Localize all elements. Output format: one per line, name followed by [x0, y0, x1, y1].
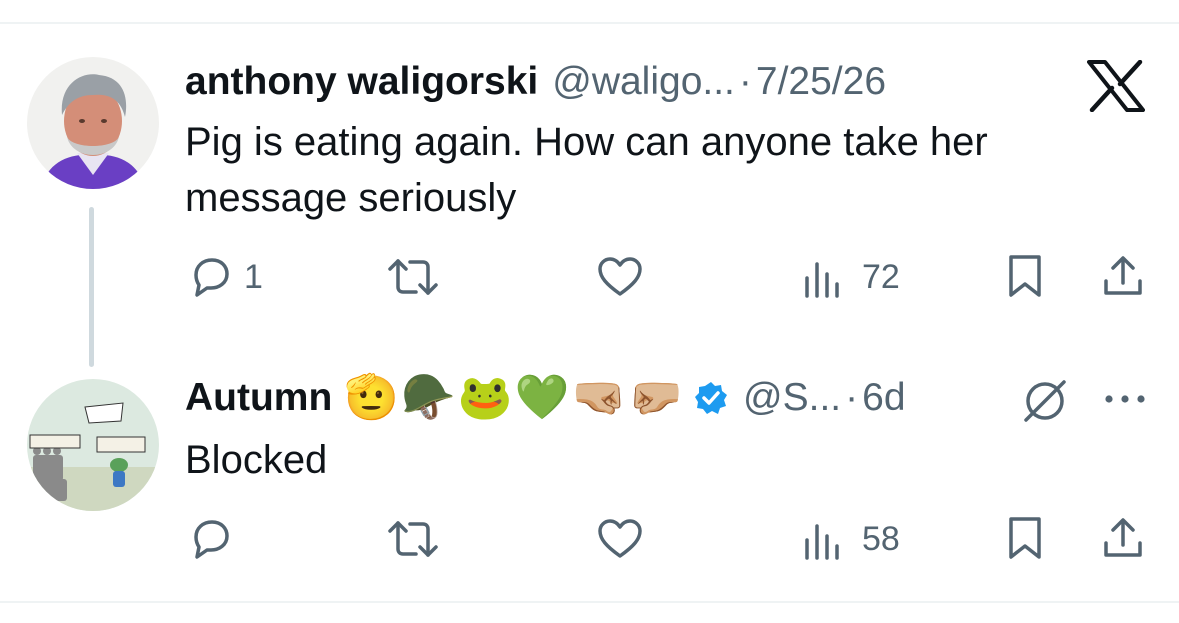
tweet-text: Pig is eating again. How can anyone take…	[185, 120, 988, 220]
bookmark-icon[interactable]	[1005, 515, 1045, 561]
share-icon[interactable]	[1100, 253, 1146, 299]
like-icon[interactable]	[596, 254, 644, 300]
user-handle[interactable]: @S...	[743, 375, 841, 421]
separator-dot: ·	[845, 376, 859, 419]
views-icon[interactable]	[802, 258, 844, 298]
avatar-autumn[interactable]	[27, 379, 159, 511]
more-icon[interactable]	[1103, 393, 1147, 405]
display-name[interactable]: anthony waligorski	[185, 59, 538, 105]
reply-count: 1	[244, 258, 263, 296]
x-logo-icon	[1087, 60, 1145, 112]
grok-icon[interactable]	[1020, 378, 1070, 424]
tweet-header: Autumn 🫡🪖🐸💚🤜🏼🤛🏼 @S... · 6d	[185, 375, 906, 421]
tweet-header: anthony waligorski @waligo... · 7/25/26	[185, 59, 886, 105]
views-icon[interactable]	[802, 520, 844, 560]
tweet-text: Blocked	[185, 438, 328, 482]
repost-icon[interactable]	[386, 517, 440, 561]
views-count: 58	[862, 520, 900, 558]
reply-icon[interactable]	[188, 254, 234, 300]
repost-icon[interactable]	[386, 255, 440, 299]
verified-badge-icon	[693, 380, 729, 416]
reply-icon[interactable]	[188, 516, 234, 562]
bookmark-icon[interactable]	[1005, 253, 1045, 299]
top-divider	[0, 22, 1179, 24]
display-name[interactable]: Autumn	[185, 375, 332, 421]
timestamp[interactable]: 7/25/26	[756, 59, 886, 105]
share-icon[interactable]	[1100, 515, 1146, 561]
separator-dot: ·	[738, 60, 752, 103]
timestamp[interactable]: 6d	[862, 375, 905, 421]
thread-connector-line	[89, 207, 94, 367]
like-icon[interactable]	[596, 516, 644, 562]
views-count: 72	[862, 258, 900, 296]
name-emojis: 🫡🪖🐸💚🤜🏼🤛🏼	[344, 373, 686, 422]
bottom-divider	[0, 601, 1179, 603]
avatar-anthony[interactable]	[27, 57, 159, 189]
user-handle[interactable]: @waligo...	[552, 59, 735, 105]
